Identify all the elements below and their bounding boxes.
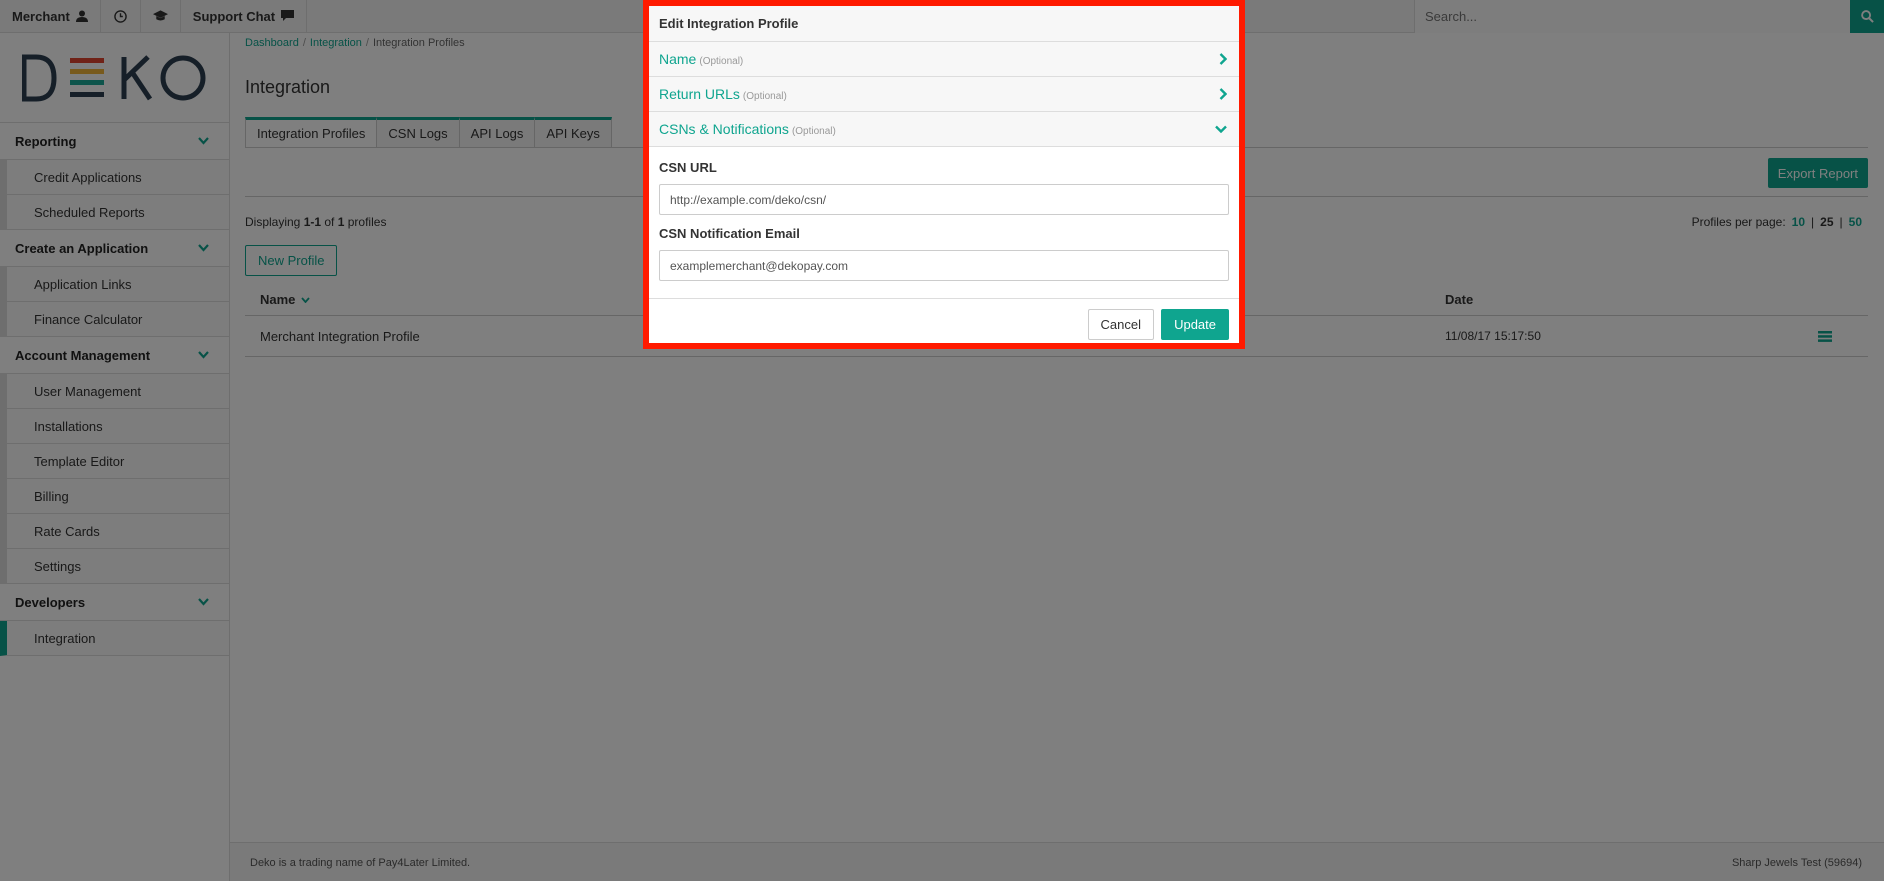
optional-tag: (Optional) xyxy=(742,91,787,102)
modal-footer: Cancel Update xyxy=(649,299,1239,353)
csn-settings-panel: CSN URL CSN Notification Email xyxy=(649,147,1239,299)
modal-title: Edit Integration Profile xyxy=(649,6,1239,42)
accordion-csns-notifications[interactable]: CSNs & Notifications (Optional) xyxy=(649,112,1239,147)
accordion-title: CSNs & Notifications xyxy=(659,121,789,137)
csn-email-input[interactable] xyxy=(659,250,1229,281)
csn-url-label: CSN URL xyxy=(659,160,717,175)
chevron-right-icon xyxy=(1219,53,1227,65)
chevron-down-icon xyxy=(1215,125,1227,133)
accordion-title: Return URLs xyxy=(659,86,740,102)
edit-integration-profile-modal: Edit Integration Profile Name (Optional) … xyxy=(643,0,1245,349)
accordion-name[interactable]: Name (Optional) xyxy=(649,42,1239,77)
update-button[interactable]: Update xyxy=(1161,309,1229,340)
csn-url-input[interactable] xyxy=(659,184,1229,215)
accordion-return-urls[interactable]: Return URLs (Optional) xyxy=(649,77,1239,112)
optional-tag: (Optional) xyxy=(699,56,744,67)
chevron-right-icon xyxy=(1219,88,1227,100)
accordion-title: Name xyxy=(659,51,697,67)
optional-tag: (Optional) xyxy=(791,126,836,137)
cancel-button[interactable]: Cancel xyxy=(1087,309,1154,340)
csn-email-label: CSN Notification Email xyxy=(659,226,800,241)
